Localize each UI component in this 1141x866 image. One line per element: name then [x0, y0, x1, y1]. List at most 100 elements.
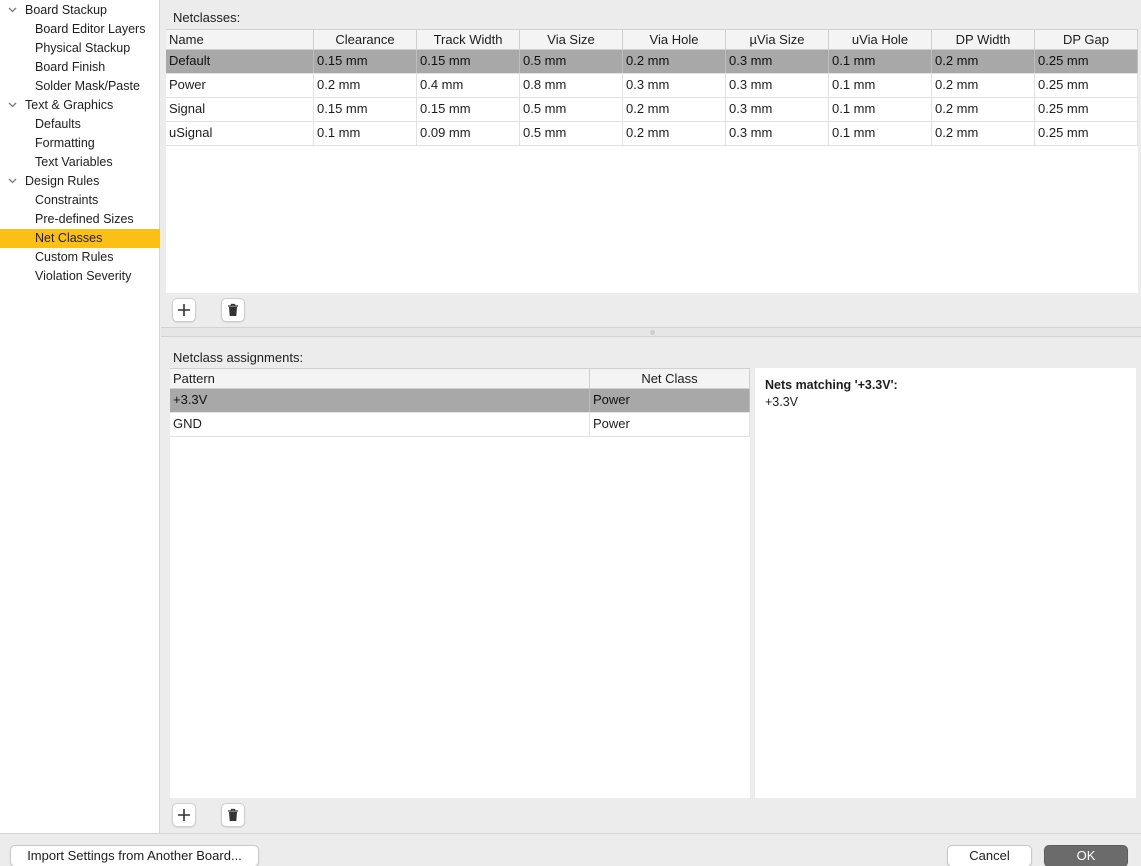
- netclass-cell-via-size[interactable]: 0.5 mm: [520, 98, 623, 121]
- netclass-cell-dp-gap[interactable]: 0.25 mm: [1035, 74, 1138, 97]
- assignment-row[interactable]: GND Power: [170, 413, 750, 437]
- column-header-via-size[interactable]: µVia Size: [726, 29, 829, 50]
- column-header-clearance[interactable]: Clearance: [314, 29, 417, 50]
- netclass-cell-name[interactable]: Signal: [166, 98, 314, 121]
- netclass-cell-via-size[interactable]: 0.5 mm: [520, 122, 623, 145]
- sidebar-item-constraints[interactable]: Constraints: [0, 191, 160, 210]
- netclass-cell-via-size[interactable]: 0.3 mm: [726, 50, 829, 73]
- netclass-cell-track-width[interactable]: 0.15 mm: [417, 98, 520, 121]
- matching-net-item: +3.3V: [765, 395, 799, 409]
- sidebar-item-defaults[interactable]: Defaults: [0, 115, 160, 134]
- sidebar-item-physical-stackup[interactable]: Physical Stackup: [0, 39, 160, 58]
- sidebar-item-custom-rules[interactable]: Custom Rules: [0, 248, 160, 267]
- sidebar-item-net-classes[interactable]: Net Classes: [0, 229, 160, 248]
- netclass-cell-track-width[interactable]: 0.09 mm: [417, 122, 520, 145]
- netclass-cell-uvia-hole[interactable]: 0.1 mm: [829, 74, 932, 97]
- assignment-cell-pattern[interactable]: GND: [170, 413, 590, 436]
- chevron-down-icon[interactable]: [7, 1, 19, 20]
- column-header-name[interactable]: Name: [166, 29, 314, 50]
- column-header-track-width[interactable]: Track Width: [417, 29, 520, 50]
- assignment-cell-pattern[interactable]: +3.3V: [170, 389, 590, 412]
- ok-button[interactable]: OK: [1044, 845, 1128, 866]
- netclass-row[interactable]: uSignal 0.1 mm 0.09 mm 0.5 mm 0.2 mm 0.3 mm 0.…: [166, 122, 1138, 146]
- netclass-cell-via-hole[interactable]: 0.2 mm: [623, 98, 726, 121]
- panel-splitter[interactable]: [161, 327, 1141, 337]
- sidebar-item-board-editor-layers[interactable]: Board Editor Layers: [0, 20, 160, 39]
- plus-icon: [178, 304, 190, 316]
- column-header-via-size[interactable]: Via Size: [520, 29, 623, 50]
- netclass-cell-via-size[interactable]: 0.5 mm: [520, 50, 623, 73]
- column-header-dp-gap[interactable]: DP Gap: [1035, 29, 1138, 50]
- sidebar-item-label: Constraints: [35, 193, 99, 207]
- netclass-cell-dp-width[interactable]: 0.2 mm: [932, 74, 1035, 97]
- assignment-cell-net-class[interactable]: Power: [590, 413, 750, 436]
- sidebar-item-label: Board Stackup: [25, 3, 107, 17]
- netclass-cell-clearance[interactable]: 0.1 mm: [314, 122, 417, 145]
- sidebar-item-violation-severity[interactable]: Violation Severity: [0, 267, 160, 286]
- netclasses-label: Netclasses:: [173, 10, 241, 25]
- netclass-cell-via-size[interactable]: 0.3 mm: [726, 98, 829, 121]
- sidebar-item-formatting[interactable]: Formatting: [0, 134, 160, 153]
- netclass-cell-via-size[interactable]: 0.3 mm: [726, 74, 829, 97]
- column-header-pattern[interactable]: Pattern: [170, 368, 590, 389]
- netclass-cell-clearance[interactable]: 0.15 mm: [314, 50, 417, 73]
- trash-icon: [228, 808, 238, 821]
- netclass-cell-dp-width[interactable]: 0.2 mm: [932, 98, 1035, 121]
- netclass-cell-via-size[interactable]: 0.3 mm: [726, 122, 829, 145]
- sidebar-item-label: Solder Mask/Paste: [35, 79, 140, 93]
- netclass-cell-uvia-hole[interactable]: 0.1 mm: [829, 122, 932, 145]
- netclass-cell-clearance[interactable]: 0.2 mm: [314, 74, 417, 97]
- netclass-cell-track-width[interactable]: 0.4 mm: [417, 74, 520, 97]
- netclass-cell-name[interactable]: Power: [166, 74, 314, 97]
- column-header-dp-width[interactable]: DP Width: [932, 29, 1035, 50]
- sidebar-item-board-finish[interactable]: Board Finish: [0, 58, 160, 77]
- sidebar-item-label: Custom Rules: [35, 250, 114, 264]
- add-netclass-button[interactable]: [172, 298, 196, 322]
- sidebar-item-label: Design Rules: [25, 174, 100, 188]
- delete-netclass-button[interactable]: [221, 298, 245, 322]
- sidebar-item-pre-defined-sizes[interactable]: Pre-defined Sizes: [0, 210, 160, 229]
- sidebar-item-board-stackup[interactable]: Board Stackup: [0, 1, 160, 20]
- sidebar-item-label: Physical Stackup: [35, 41, 131, 55]
- netclass-cell-name[interactable]: Default: [166, 50, 314, 73]
- column-header-net-class[interactable]: Net Class: [590, 368, 750, 389]
- netclass-cell-dp-width[interactable]: 0.2 mm: [932, 50, 1035, 73]
- netclass-cell-dp-gap[interactable]: 0.25 mm: [1035, 98, 1138, 121]
- chevron-down-icon[interactable]: [7, 172, 19, 191]
- sidebar-item-label: Pre-defined Sizes: [35, 212, 134, 226]
- sidebar-item-solder-mask-paste[interactable]: Solder Mask/Paste: [0, 77, 160, 96]
- netclass-cell-name[interactable]: uSignal: [166, 122, 314, 145]
- column-header-via-hole[interactable]: Via Hole: [623, 29, 726, 50]
- trash-icon: [228, 303, 238, 316]
- netclass-cell-dp-width[interactable]: 0.2 mm: [932, 122, 1035, 145]
- netclass-cell-uvia-hole[interactable]: 0.1 mm: [829, 98, 932, 121]
- netclasses-grid: Name Clearance Track Width Via Size Via Hole…: [166, 29, 1138, 293]
- sidebar-item-design-rules[interactable]: Design Rules: [0, 172, 160, 191]
- netclass-cell-clearance[interactable]: 0.15 mm: [314, 98, 417, 121]
- netclass-cell-via-hole[interactable]: 0.2 mm: [623, 50, 726, 73]
- netclass-cell-via-hole[interactable]: 0.3 mm: [623, 74, 726, 97]
- dialog-button-bar: Import Settings from Another Board... Ca…: [0, 833, 1141, 866]
- column-header-uvia-hole[interactable]: uVia Hole: [829, 29, 932, 50]
- netclass-cell-via-hole[interactable]: 0.2 mm: [623, 122, 726, 145]
- assignment-row[interactable]: +3.3V Power: [170, 389, 750, 413]
- delete-assignment-button[interactable]: [221, 803, 245, 827]
- netclass-row[interactable]: Signal 0.15 mm 0.15 mm 0.5 mm 0.2 mm 0.3 mm 0.…: [166, 98, 1138, 122]
- add-assignment-button[interactable]: [172, 803, 196, 827]
- netclass-cell-dp-gap[interactable]: 0.25 mm: [1035, 50, 1138, 73]
- chevron-down-icon[interactable]: [7, 96, 19, 115]
- sidebar-item-text-graphics[interactable]: Text & Graphics: [0, 96, 160, 115]
- netclass-cell-uvia-hole[interactable]: 0.1 mm: [829, 50, 932, 73]
- sidebar-item-label: Violation Severity: [35, 269, 132, 283]
- assignment-cell-net-class[interactable]: Power: [590, 389, 750, 412]
- sidebar-item-text-variables[interactable]: Text Variables: [0, 153, 160, 172]
- netclass-cell-dp-gap[interactable]: 0.25 mm: [1035, 122, 1138, 145]
- netclass-row[interactable]: Default 0.15 mm 0.15 mm 0.5 mm 0.2 mm 0.3 mm 0…: [166, 50, 1138, 74]
- import-settings-button[interactable]: Import Settings from Another Board...: [10, 845, 259, 866]
- assignment-header-row: Pattern Net Class: [170, 368, 750, 389]
- splitter-handle[interactable]: [650, 330, 655, 335]
- netclass-row[interactable]: Power 0.2 mm 0.4 mm 0.8 mm 0.3 mm 0.3 mm 0.1 m…: [166, 74, 1138, 98]
- netclass-cell-track-width[interactable]: 0.15 mm: [417, 50, 520, 73]
- netclass-cell-via-size[interactable]: 0.8 mm: [520, 74, 623, 97]
- cancel-button[interactable]: Cancel: [947, 845, 1032, 866]
